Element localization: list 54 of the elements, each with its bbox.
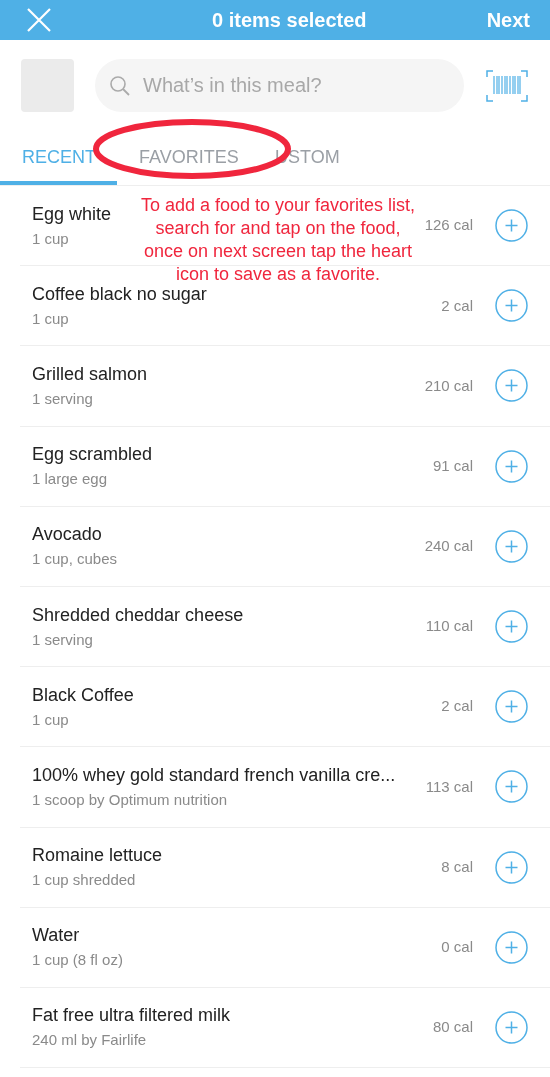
serving-size: 1 cup (8 fl oz) xyxy=(32,950,123,971)
add-button[interactable] xyxy=(495,209,528,243)
calories: 110 cal xyxy=(425,616,473,637)
food-name: Romaine lettuce xyxy=(32,844,163,868)
food-name: Egg scrambled xyxy=(32,443,153,467)
add-button[interactable] xyxy=(495,770,528,804)
food-name: Egg white xyxy=(32,202,112,226)
add-button[interactable] xyxy=(495,289,528,323)
food-name: Shredded cheddar cheese xyxy=(32,603,244,627)
add-button[interactable] xyxy=(495,930,528,964)
food-name: Avocado xyxy=(32,523,102,547)
search-field[interactable]: What’s in this meal? xyxy=(95,59,464,112)
serving-size: 1 cup xyxy=(32,228,69,249)
serving-size: 1 cup shredded xyxy=(32,870,136,891)
food-name: Fat free ultra filtered milk xyxy=(32,1004,231,1028)
add-button[interactable] xyxy=(495,690,528,724)
food-name: Water xyxy=(32,924,80,948)
add-button[interactable] xyxy=(495,369,528,403)
barcode-icon[interactable] xyxy=(486,69,528,102)
tab[interactable]: RECENT xyxy=(0,130,117,185)
serving-size: 1 large egg xyxy=(32,469,108,490)
calories: 2 cal xyxy=(441,295,473,316)
food-name: Black Coffee xyxy=(32,683,134,707)
serving-size: 240 ml by Fairlife xyxy=(32,1030,147,1051)
calories: 91 cal xyxy=(432,455,473,476)
food-name: 100% whey gold standard french vanilla cre... xyxy=(32,763,396,787)
add-button[interactable] xyxy=(495,529,528,563)
annotation-line: search for and tap on the food, xyxy=(155,217,401,240)
calories: 0 cal xyxy=(441,937,473,958)
add-button[interactable] xyxy=(495,449,528,483)
add-button[interactable] xyxy=(495,610,528,644)
serving-size: 1 scoop by Optimum nutrition xyxy=(32,789,228,810)
header-title: 0 items selected xyxy=(212,8,367,33)
serving-size: 1 cup, cubes xyxy=(32,549,118,570)
annotation-line: once on next screen tap the heart xyxy=(143,240,413,263)
add-button[interactable] xyxy=(495,850,528,884)
calories: 210 cal xyxy=(424,375,473,396)
close-icon[interactable] xyxy=(26,7,52,33)
calories: 8 cal xyxy=(441,856,473,877)
next-button[interactable]: Next xyxy=(486,5,530,35)
calories: 240 cal xyxy=(424,536,473,557)
calories: 113 cal xyxy=(425,776,473,797)
calories: 2 cal xyxy=(441,696,473,717)
tab[interactable]: FAVORITES xyxy=(117,130,267,185)
add-button[interactable] xyxy=(495,1010,528,1044)
serving-size: 1 cup xyxy=(32,308,69,329)
serving-size: 1 cup xyxy=(32,709,69,730)
calories: 126 cal xyxy=(424,215,473,236)
search-icon xyxy=(109,75,131,97)
annotation-line: To add a food to your favorites list, xyxy=(140,194,416,217)
serving-size: 1 serving xyxy=(32,629,93,650)
calories: 80 cal xyxy=(432,1017,473,1038)
serving-size: 1 serving xyxy=(32,388,93,409)
food-name: Grilled salmon xyxy=(32,362,148,386)
